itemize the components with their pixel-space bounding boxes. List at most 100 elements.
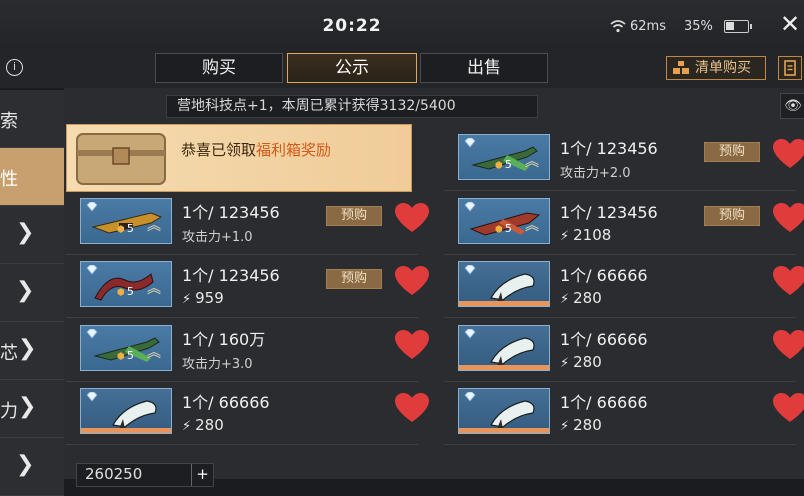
eye-icon[interactable]: 👁 [780,93,804,119]
notice-text: 营地科技点+1，本周已累计获得3132/5400 [177,98,456,114]
item-row[interactable]: 1个/ 66666 ⚡ 280 [66,383,429,445]
item-thumbnail[interactable]: 5︽ [80,261,172,307]
item-price: 1个/ 66666 [560,389,648,413]
heart-icon[interactable] [772,329,804,361]
item-power-value: 280 [573,352,602,371]
reward-banner: 恭喜已领取福利箱奖励 [66,124,412,192]
heart-icon[interactable] [772,138,804,170]
item-row[interactable]: 1个/ 66666 ⚡ 280 [444,383,804,445]
item-thumbnail[interactable]: 5︽ [458,134,550,180]
sidebar-item-label: 芯 [0,343,18,364]
sidebar-item-2[interactable]: ❯ [0,206,64,264]
clear-purchase-label: 清单购买 [695,60,751,76]
battery-icon [724,20,752,33]
sidebar-item-6[interactable]: ❯ [0,438,64,496]
weapon-icon [490,336,535,366]
tab-public[interactable]: 公示 [287,53,417,83]
item-row[interactable]: 5︽1个/ 160万攻击力+3.0 [66,320,429,382]
sidebar-item-label: 性 [0,169,18,190]
rank-chevron-icon: ︽ [525,217,539,234]
info-icon[interactable]: i [6,59,23,76]
item-power: ⚡ 280 [560,353,602,371]
preorder-button[interactable]: 预购 [326,269,382,289]
rank-chevron-icon: ︽ [147,217,161,234]
item-power-value: 280 [573,289,602,307]
sidebar-item-3[interactable]: ❯ [0,264,64,322]
item-thumbnail[interactable]: 5︽ [80,324,172,371]
item-price: 1个/ 160万 [182,326,265,350]
item-power: ⚡ 280 [182,416,224,434]
item-row[interactable]: 5︽1个/ 123456攻击力+1.0预购 [66,193,429,255]
item-thumbnail[interactable]: 5︽ [458,197,550,244]
preorder-button[interactable]: 预购 [326,205,382,226]
item-thumbnail[interactable] [458,324,550,371]
item-price-value: 1个/ 160万 [182,329,266,349]
chevron-right-icon: ❯ [18,336,37,361]
item-price-value: 1个/ 66666 [560,393,648,412]
chevron-right-icon: ❯ [16,452,35,477]
preorder-button[interactable]: 预购 [704,142,760,162]
item-price-value: 1个/ 123456 [560,139,658,158]
rarity-bar [459,301,549,306]
heart-icon[interactable] [394,392,430,424]
rank-chevron-icon: ︽ [525,154,539,170]
heart-icon[interactable] [394,265,430,297]
item-row[interactable]: 1个/ 66666 ⚡ 280 [444,256,804,318]
tab-sell[interactable]: 出售 [420,53,548,83]
weapon-icon [490,273,535,302]
ping-readout: 62ms [630,19,666,34]
item-thumbnail[interactable] [458,261,550,307]
heart-icon[interactable] [772,202,804,234]
heart-icon[interactable] [394,202,430,234]
boxes-icon [673,61,689,74]
power-icon: ⚡ [182,419,192,434]
rarity-bar [459,364,549,370]
item-price: 1个/ 123456 [560,135,658,159]
tab-buy[interactable]: 购买 [155,53,283,83]
item-row[interactable]: 5︽1个/ 123456⚡2108预购 [444,193,804,255]
sidebar-item-1[interactable]: 性 [0,148,64,206]
power-icon: ⚡ [560,292,570,307]
heart-icon[interactable] [772,392,804,424]
status-bar: 20:22 62ms 35% ✕ [0,0,804,50]
item-price: 1个/ 66666 [560,326,648,350]
item-thumbnail[interactable] [80,388,172,434]
sidebar-item-0[interactable]: 索 [0,90,64,148]
chevron-right-icon: ❯ [18,394,37,419]
rarity-bar [81,428,171,433]
rarity-bar [459,428,549,433]
banner-prefix: 恭喜已领取 [181,141,257,159]
item-row[interactable]: 5︽1个/ 123456攻击力+2.0预购 [444,129,804,191]
close-icon[interactable]: ✕ [780,12,800,36]
bottom-currency-value: 260250 [85,465,143,483]
item-thumbnail[interactable] [458,388,550,434]
clock: 20:22 [322,16,382,36]
item-price: 1个/ 123456 [182,262,280,286]
sidebar-item-4[interactable]: 芯 ❯ [0,322,64,380]
add-currency-button[interactable]: + [191,464,213,486]
heart-icon[interactable] [772,265,804,297]
item-price: 1个/ 66666 [560,262,648,286]
item-power-value: 959 [195,289,224,307]
heart-icon[interactable] [394,329,430,361]
clear-purchase-button[interactable]: 清单购买 [666,56,766,80]
item-row[interactable]: 1个/ 66666 ⚡ 280 [444,320,804,382]
item-price: 1个/ 123456 [182,199,280,223]
item-power-value: 280 [573,416,602,434]
banner-highlight: 福利箱奖励 [256,141,332,159]
item-price-value: 1个/ 123456 [182,202,280,222]
item-power: ⚡ 280 [560,289,602,307]
sidebar-item-label: 力 [0,401,18,422]
item-price: 1个/ 123456 [560,199,658,223]
sidebar-item-5[interactable]: 力 ❯ [0,380,64,438]
chevron-right-icon: ❯ [16,220,35,245]
battery-percent: 35% [684,19,713,34]
item-thumbnail[interactable]: 5︽ [80,197,172,244]
clipboard-icon [784,60,796,76]
clipboard-button[interactable] [778,56,802,80]
notice-bar: 营地科技点+1，本周已累计获得3132/5400 [166,95,538,118]
preorder-button[interactable]: 预购 [704,205,760,226]
item-price-value: 1个/ 123456 [560,202,658,222]
rank-chevron-icon: ︽ [147,281,161,297]
item-row[interactable]: 5︽1个/ 123456⚡959预购 [66,256,429,318]
